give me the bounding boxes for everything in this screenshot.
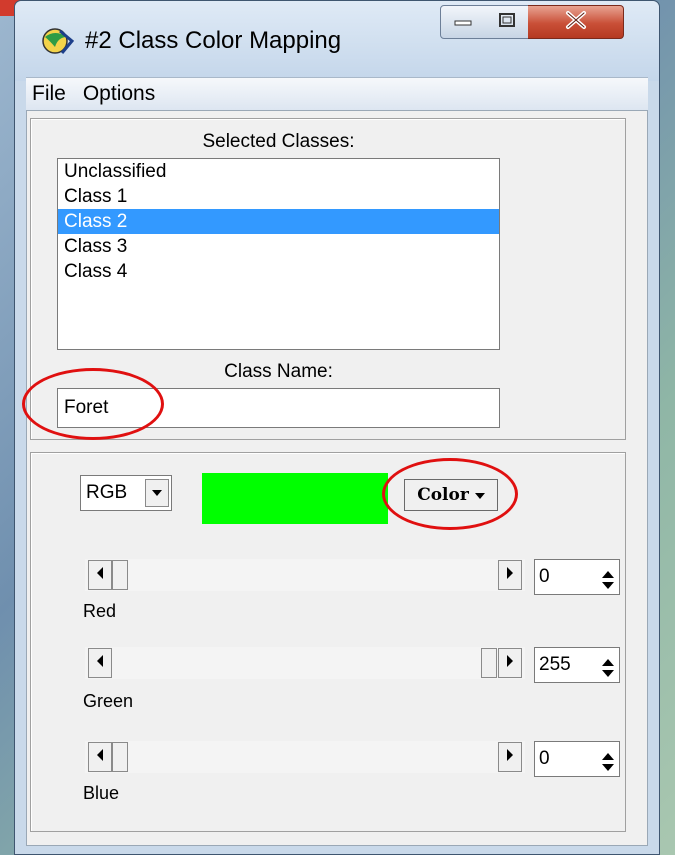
green-value: 255 bbox=[539, 654, 571, 675]
color-model-value: RGB bbox=[86, 482, 128, 503]
selected-classes-list[interactable]: Unclassified Class 1 Class 2 Class 3 Cla… bbox=[57, 158, 500, 350]
arrow-left-icon bbox=[96, 566, 104, 584]
arrow-right-icon bbox=[506, 748, 514, 766]
list-item-class-3[interactable]: Class 3 bbox=[58, 234, 499, 259]
spin-arrows-icon[interactable] bbox=[601, 656, 615, 690]
chevron-down-icon bbox=[474, 485, 485, 505]
arrow-left-icon bbox=[96, 748, 104, 766]
arrow-right-icon bbox=[506, 654, 514, 672]
green-increase-button[interactable] bbox=[498, 648, 522, 678]
list-item-class-4[interactable]: Class 4 bbox=[58, 259, 499, 284]
list-item-class-1[interactable]: Class 1 bbox=[58, 184, 499, 209]
menu-file[interactable]: File bbox=[26, 82, 77, 106]
blue-value: 0 bbox=[539, 748, 550, 769]
maximize-icon bbox=[498, 12, 516, 33]
red-value: 0 bbox=[539, 566, 550, 587]
title-bar[interactable]: #2 Class Color Mapping bbox=[15, 1, 659, 81]
app-globe-icon bbox=[40, 25, 75, 60]
chevron-down-icon[interactable] bbox=[145, 479, 169, 507]
color-model-select[interactable]: RGB bbox=[80, 475, 172, 511]
blue-value-spinbox[interactable]: 0 bbox=[534, 741, 620, 777]
red-slider[interactable] bbox=[85, 559, 525, 591]
green-decrease-button[interactable] bbox=[88, 648, 112, 678]
red-decrease-button[interactable] bbox=[88, 560, 112, 590]
blue-slider[interactable] bbox=[85, 741, 525, 773]
blue-slider-thumb[interactable] bbox=[112, 742, 128, 772]
blue-label: Blue bbox=[83, 783, 120, 803]
red-label: Red bbox=[83, 601, 117, 621]
maximize-button[interactable] bbox=[485, 5, 529, 39]
green-label: Green bbox=[83, 691, 134, 711]
spin-arrows-icon[interactable] bbox=[601, 750, 615, 784]
close-button[interactable] bbox=[528, 5, 624, 39]
blue-decrease-button[interactable] bbox=[88, 742, 112, 772]
spin-arrows-icon[interactable] bbox=[601, 568, 615, 602]
selected-classes-label: Selected Classes: bbox=[202, 131, 355, 152]
minimize-icon bbox=[454, 13, 472, 31]
color-swatch bbox=[202, 473, 388, 524]
color-button-label: Color bbox=[417, 485, 469, 505]
green-value-spinbox[interactable]: 255 bbox=[534, 647, 620, 683]
blue-increase-button[interactable] bbox=[498, 742, 522, 772]
minimize-button[interactable] bbox=[440, 5, 486, 39]
list-item-unclassified[interactable]: Unclassified bbox=[58, 159, 499, 184]
color-button[interactable]: Color bbox=[404, 479, 498, 511]
green-slider-thumb[interactable] bbox=[481, 648, 497, 678]
arrow-right-icon bbox=[506, 566, 514, 584]
red-slider-thumb[interactable] bbox=[112, 560, 128, 590]
red-increase-button[interactable] bbox=[498, 560, 522, 590]
green-slider[interactable] bbox=[85, 647, 525, 679]
arrow-left-icon bbox=[96, 654, 104, 672]
menu-options[interactable]: Options bbox=[77, 82, 166, 106]
red-value-spinbox[interactable]: 0 bbox=[534, 559, 620, 595]
close-icon bbox=[565, 10, 587, 35]
window-title: #2 Class Color Mapping bbox=[85, 27, 342, 54]
list-item-class-2[interactable]: Class 2 bbox=[58, 209, 499, 234]
menu-bar: File Options bbox=[26, 77, 648, 111]
class-name-label: Class Name: bbox=[224, 361, 333, 382]
class-name-input[interactable]: Foret bbox=[57, 388, 500, 428]
